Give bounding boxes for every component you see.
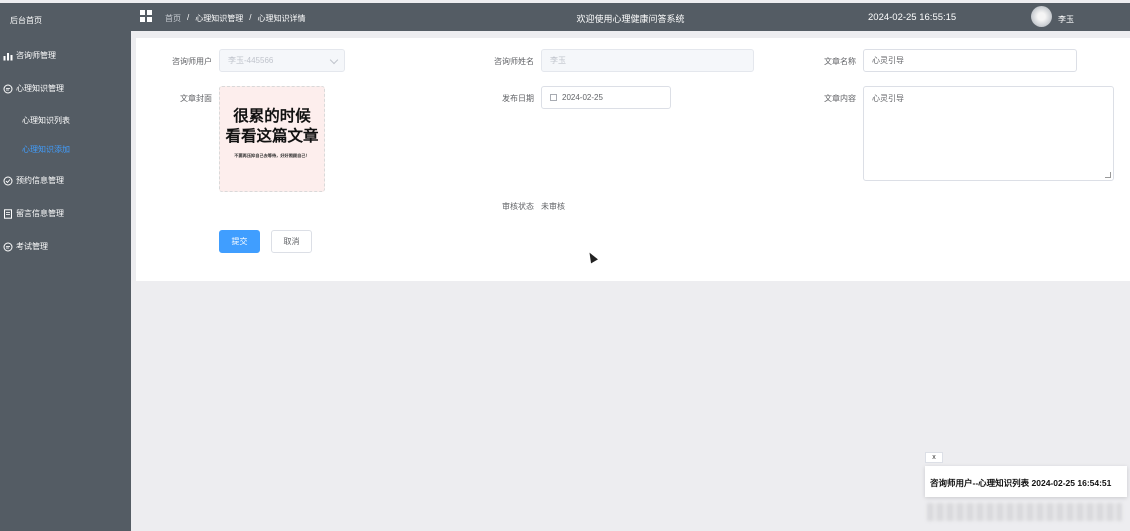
sidebar-item-label: 留言信息管理 (16, 209, 64, 218)
sidebar-item-label: 咨询师管理 (16, 51, 56, 60)
cover-label: 文章封面 (180, 94, 212, 103)
content-textarea[interactable]: 心灵引导 (863, 86, 1114, 181)
submit-button[interactable]: 提交 (219, 230, 260, 253)
audit-status-label: 审核状态 (502, 202, 534, 211)
sidebar-item-appointment[interactable]: 预约信息管理 (3, 175, 64, 186)
bar-chart-icon (3, 52, 13, 60)
breadcrumb: 首页 / 心理知识管理 / 心理知识详情 (165, 13, 305, 24)
counselor-user-select[interactable]: 李玉-445566 (219, 49, 345, 72)
notification-close-button[interactable]: x (925, 452, 943, 463)
avatar[interactable] (1031, 6, 1052, 27)
audit-status-value: 未审核 (541, 202, 565, 211)
notification: x 咨询师用户--心理知识列表 2024-02-25 16:54:51 (922, 451, 1130, 531)
sidebar-item-messages[interactable]: 留言信息管理 (3, 208, 64, 219)
counselor-user-value: 李玉-445566 (228, 56, 274, 65)
sidebar-home-link[interactable]: 后台首页 (10, 15, 42, 26)
notification-message[interactable]: 咨询师用户--心理知识列表 2024-02-25 16:54:51 (925, 466, 1127, 497)
cover-text-line3: 不要再压抑自己去等待，好好照顾自己！ (234, 153, 310, 158)
content-value: 心灵引导 (872, 94, 904, 103)
publish-date-picker[interactable]: 2024-02-25 (541, 86, 671, 109)
document-icon (4, 208, 12, 219)
cover-text-line2: 看看这篇文章 (225, 128, 319, 145)
breadcrumb-separator: / (187, 13, 190, 22)
resize-handle-icon[interactable] (1105, 172, 1111, 178)
sidebar-item-exam[interactable]: 考试管理 (3, 241, 48, 252)
article-name-value: 心灵引导 (872, 56, 904, 65)
content-label: 文章内容 (824, 94, 856, 103)
sidebar-item-label: 预约信息管理 (16, 176, 64, 185)
check-circle-icon (3, 176, 13, 185)
counselor-name-label: 咨询师姓名 (494, 57, 534, 66)
breadcrumb-knowledge-detail: 心理知识详情 (257, 14, 306, 23)
counselor-name-value: 李玉 (550, 56, 566, 65)
counselor-name-input[interactable]: 李玉 (541, 49, 754, 72)
sidebar: 后台首页 咨询师管理 心理知识管理 心理知识列表 心理知识添加 预约信息管理 留… (0, 3, 131, 531)
counselor-user-label: 咨询师用户 (172, 57, 212, 66)
publish-date-label: 发布日期 (502, 94, 534, 103)
breadcrumb-knowledge-management[interactable]: 心理知识管理 (195, 13, 243, 24)
cover-image-upload[interactable]: 很累的时候 看看这篇文章 不要再压抑自己去等待，好好照顾自己！ (219, 86, 325, 192)
chat-icon (3, 84, 13, 93)
article-name-input[interactable]: 心灵引导 (863, 49, 1077, 72)
article-name-label: 文章名称 (824, 57, 856, 66)
chevron-down-icon (329, 55, 339, 65)
sidebar-item-knowledge[interactable]: 心理知识管理 (3, 83, 64, 94)
cancel-button[interactable]: 取消 (271, 230, 312, 253)
sidebar-subitem-knowledge-add[interactable]: 心理知识添加 (22, 144, 70, 155)
top-bar: 首页 / 心理知识管理 / 心理知识详情 欢迎使用心理健康问答系统 2024-0… (131, 3, 1130, 31)
menu-grid-icon[interactable] (140, 10, 152, 22)
breadcrumb-separator: / (249, 13, 252, 22)
sidebar-item-label: 考试管理 (16, 242, 48, 251)
calendar-icon (550, 94, 557, 101)
chat-icon (3, 242, 13, 251)
sidebar-item-counselor[interactable]: 咨询师管理 (3, 50, 56, 61)
notification-blurred-content (927, 503, 1122, 521)
sidebar-item-label: 心理知识管理 (16, 84, 64, 93)
publish-date-value: 2024-02-25 (562, 93, 603, 102)
breadcrumb-home[interactable]: 首页 (165, 13, 181, 24)
form-panel: 咨询师用户 李玉-445566 咨询师姓名 李玉 文章名称 心灵引导 文章封面 … (136, 38, 1130, 281)
sidebar-subitem-knowledge-list[interactable]: 心理知识列表 (22, 115, 70, 126)
cover-text-line1: 很累的时候 (233, 108, 311, 125)
current-datetime: 2024-02-25 16:55:15 (868, 12, 957, 23)
username[interactable]: 李玉 (1058, 14, 1074, 25)
